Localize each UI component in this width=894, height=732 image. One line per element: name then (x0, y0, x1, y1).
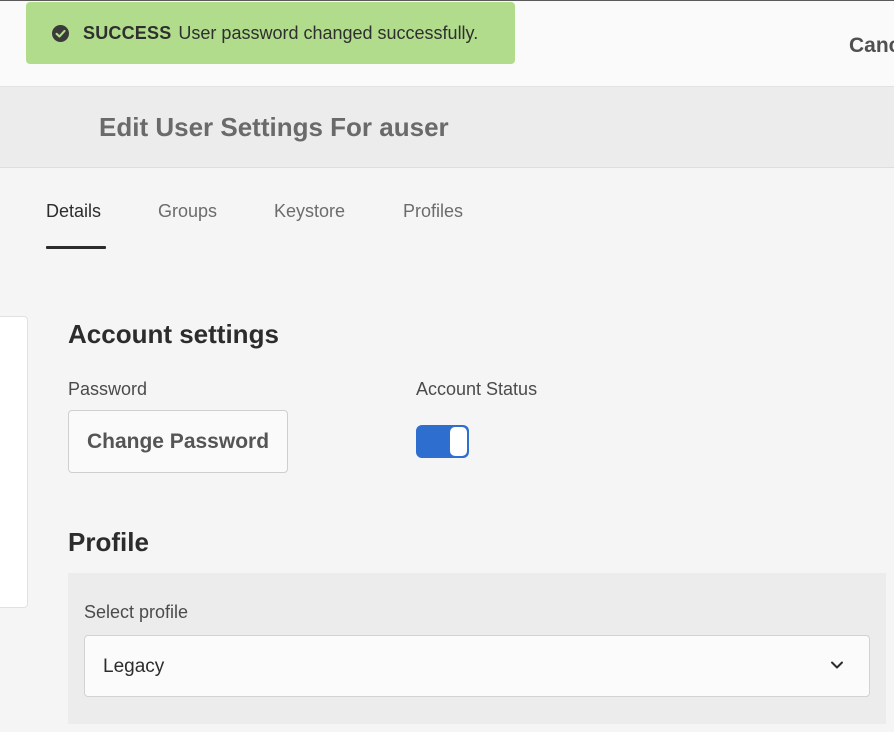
account-status-toggle[interactable] (416, 425, 469, 458)
toggle-knob (450, 427, 467, 456)
tab-groups[interactable]: Groups (158, 201, 217, 222)
page-title: Edit User Settings For auser (99, 112, 449, 142)
tab-bar: Details Groups Keystore Profiles (0, 168, 894, 250)
side-panel (0, 316, 28, 608)
active-tab-indicator (46, 246, 106, 249)
tab-keystore[interactable]: Keystore (274, 201, 345, 222)
select-profile-label: Select profile (84, 602, 189, 622)
change-password-button[interactable]: Change Password (68, 410, 288, 473)
profile-select-value: Legacy (103, 656, 165, 677)
toast-message: User password changed successfully. (178, 22, 479, 43)
success-toast: SUCCESS User password changed successful… (26, 2, 515, 64)
profile-select[interactable]: Legacy (84, 635, 870, 697)
password-label: Password (68, 379, 148, 399)
cancel-button[interactable]: Canc (849, 34, 894, 58)
toast-status: SUCCESS (83, 22, 172, 43)
tab-profiles[interactable]: Profiles (403, 201, 463, 222)
chevron-down-icon (831, 661, 843, 669)
page-header: Edit User Settings For auser (0, 87, 894, 168)
profile-heading: Profile (68, 527, 149, 557)
account-status-label: Account Status (416, 379, 538, 399)
account-settings-heading: Account settings (68, 319, 279, 349)
check-circle-icon (52, 24, 69, 42)
tab-details[interactable]: Details (46, 201, 101, 222)
